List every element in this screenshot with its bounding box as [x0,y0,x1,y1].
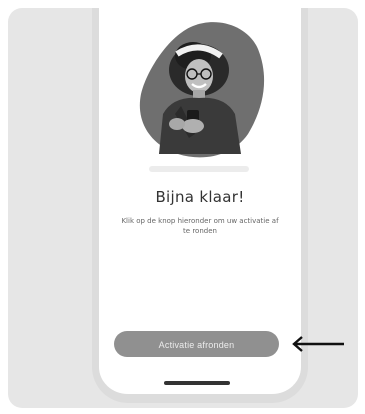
woman-holding-phone-illustration [139,22,265,158]
instruction-text: Klik op de knop hieronder om uw activati… [121,217,279,235]
illustration-shadow [149,166,249,172]
background-panel: Bijna klaar! Klik op de knop hieronder o… [8,8,358,408]
page-title: Bijna klaar! [155,188,245,206]
phone-frame: Bijna klaar! Klik op de knop hieronder o… [92,8,308,403]
arrow-left-icon [292,336,344,352]
activate-complete-button[interactable]: Activatie afronden [114,331,279,357]
home-indicator [164,381,230,385]
